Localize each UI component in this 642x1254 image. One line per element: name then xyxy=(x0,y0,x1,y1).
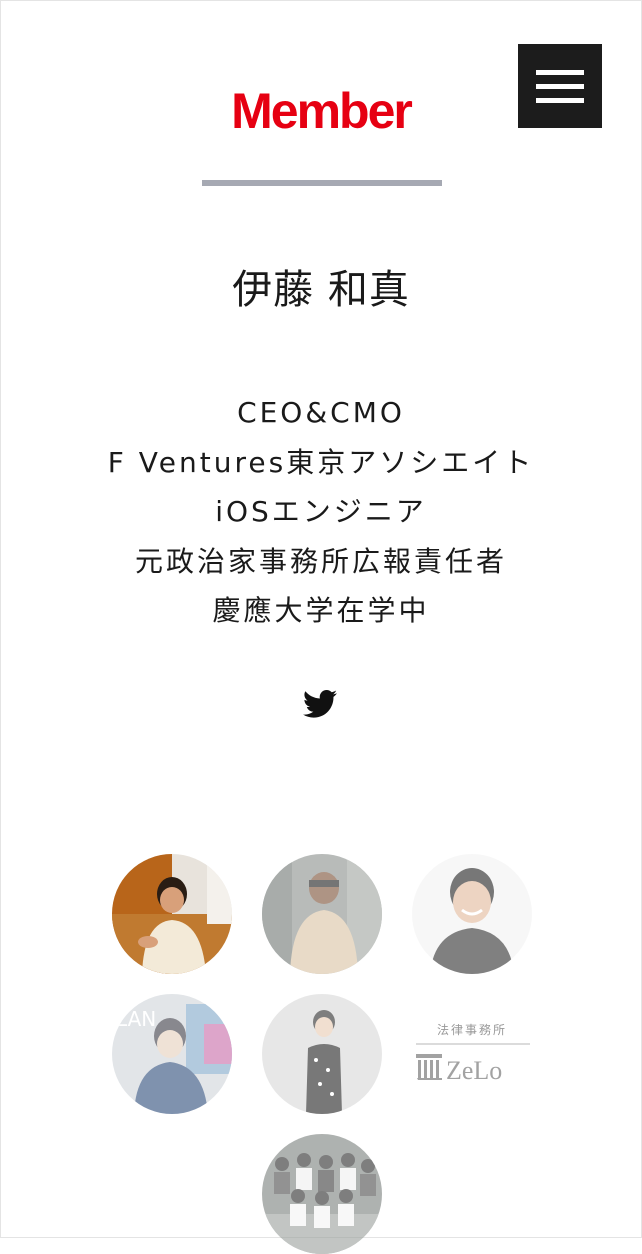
title-underline xyxy=(202,180,442,186)
bio-line-role: CEO&CMO xyxy=(237,396,405,429)
member-photo xyxy=(412,854,532,974)
hamburger-menu-icon xyxy=(536,70,584,75)
bio-line-pr: 元政治家事務所広報責任者 xyxy=(134,544,507,578)
member-photo xyxy=(262,854,382,974)
zelo-logo-top: 法律事務所 xyxy=(437,1023,507,1037)
zelo-logo-main: ZeLo xyxy=(446,1056,502,1085)
member-name: 伊藤 和真 xyxy=(232,267,410,313)
twitter-link[interactable] xyxy=(303,689,337,719)
zelo-logo[interactable]: 法律事務所 ZeLo xyxy=(412,994,532,1114)
member-photo xyxy=(262,994,382,1114)
member-photo xyxy=(112,854,232,974)
twitter-icon xyxy=(303,689,337,718)
member-avatar-1[interactable] xyxy=(112,854,232,974)
member-avatar-2[interactable] xyxy=(262,854,382,974)
bio-line-vc: F Ventures東京アソシエイト xyxy=(107,445,535,479)
member-bio: CEO&CMO F Ventures東京アソシエイト iOSエンジニア 元政治家… xyxy=(0,388,642,636)
menu-button[interactable] xyxy=(518,44,602,128)
bio-line-engineer: iOSエンジニア xyxy=(215,495,427,528)
member-avatar-5[interactable] xyxy=(262,994,382,1114)
member-photo xyxy=(262,1134,382,1254)
member-photo: LAN xyxy=(112,994,232,1114)
member-avatar-3[interactable] xyxy=(412,854,532,974)
member-avatar-7[interactable] xyxy=(262,1134,382,1254)
member-avatar-4[interactable]: LAN xyxy=(112,994,232,1114)
bio-line-university: 慶應大学在学中 xyxy=(212,594,430,627)
